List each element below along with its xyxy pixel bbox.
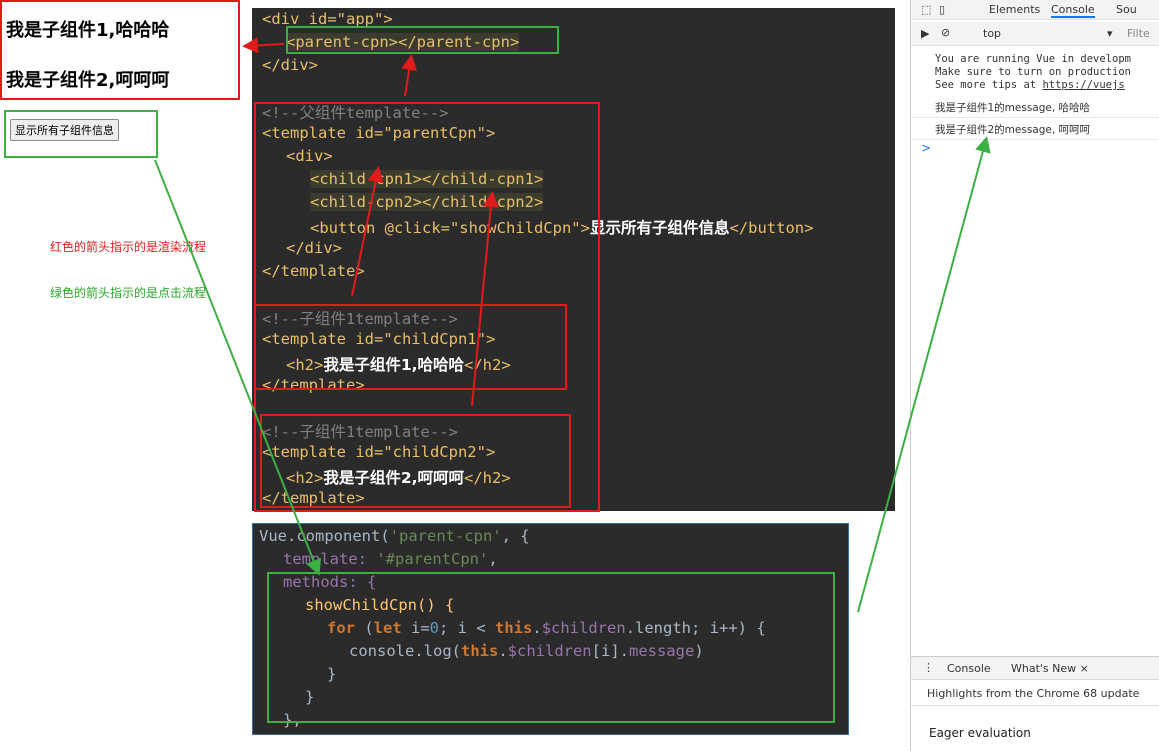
vue-dev-warning-3: See more tips at [935, 79, 1043, 91]
child2-heading: 我是子组件2,呵呵呵 [6, 70, 170, 91]
js-line-2a: template: [283, 550, 377, 568]
js-line-1a: Vue.component( [259, 527, 390, 545]
devtools-panel: ⬚ ▯ Elements Console Sou ▶ ⊘ top ▾ Filte… [910, 0, 1159, 751]
console-toolbar: ▶ ⊘ top ▾ Filte [911, 22, 1159, 46]
sidebar-toggle-icon[interactable]: ▶ [921, 27, 929, 40]
device-toolbar-icon[interactable]: ▯ [939, 3, 945, 16]
drawer-tab-whats-new[interactable]: What's New × [1011, 662, 1089, 675]
drawer-highlight-text: Highlights from the Chrome 68 update [927, 687, 1140, 700]
tab-sources[interactable]: Sou [1116, 3, 1137, 16]
drawer-menu-icon[interactable]: ⋮ [923, 661, 934, 674]
eager-evaluation-heading: Eager evaluation [929, 726, 1031, 740]
console-prompt[interactable]: > [921, 141, 931, 155]
js-line-2c: , [488, 550, 498, 568]
child2-template-box [260, 414, 571, 508]
tab-elements[interactable]: Elements [989, 3, 1040, 16]
code-div-close: </div> [262, 56, 318, 74]
filter-input[interactable]: Filte [1127, 27, 1150, 40]
clear-console-icon[interactable]: ⊘ [941, 26, 950, 39]
green-arrow-note: 绿色的箭头指示的是点击流程 [50, 286, 207, 300]
log-child2-message: 我是子组件2的message, 呵呵呵 [935, 124, 1091, 136]
code-button-text: 显示所有子组件信息 [589, 219, 730, 237]
console-log-line: 我是子组件1的message, 哈哈哈 [911, 96, 1159, 118]
js-line-2b: '#parentCpn' [376, 550, 489, 568]
code-button-close: </button> [729, 219, 814, 237]
drawer-tab-console[interactable]: Console [947, 662, 991, 675]
tab-console[interactable]: Console [1051, 3, 1095, 18]
vue-dev-warning-1: You are running Vue in developm [935, 53, 1131, 65]
log-child1-message: 我是子组件1的message, 哈哈哈 [935, 102, 1091, 114]
vue-dev-warning-2: Make sure to turn on production [935, 66, 1131, 78]
js-line-1c: , { [501, 527, 530, 545]
console-log-line: 我是子组件2的message, 呵呵呵 [911, 118, 1159, 140]
context-select[interactable]: top [983, 27, 1001, 40]
show-child-info-button[interactable]: 显示所有子组件信息 [10, 119, 119, 141]
js-line-1b: 'parent-cpn' [389, 527, 502, 545]
button-highlight-box: 显示所有子组件信息 [4, 110, 158, 158]
drawer-tab-bar: ⋮ Console What's New × [911, 656, 1159, 680]
vuejs-link[interactable]: https://vuejs [1042, 79, 1124, 91]
inspect-icon[interactable]: ⬚ [921, 3, 931, 16]
rendered-output-box: 我是子组件1,哈哈哈 我是子组件2,呵呵呵 [0, 0, 240, 100]
child1-heading: 我是子组件1,哈哈哈 [6, 20, 170, 41]
child1-template-box [254, 304, 567, 390]
parent-cpn-highlight-box [286, 26, 559, 54]
devtools-tab-bar: ⬚ ▯ Elements Console Sou [911, 0, 1159, 20]
chevron-down-icon[interactable]: ▾ [1107, 27, 1113, 40]
red-arrow-note: 红色的箭头指示的是渲染流程 [50, 240, 207, 254]
methods-highlight-box [267, 572, 835, 723]
drawer-highlight: Highlights from the Chrome 68 update [911, 682, 1159, 706]
